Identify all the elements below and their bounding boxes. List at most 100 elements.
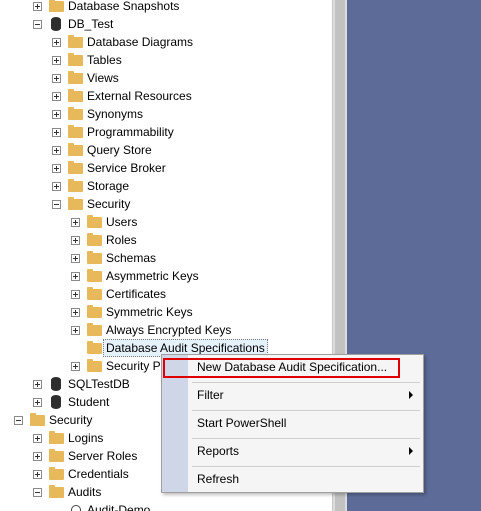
folder-icon <box>87 269 102 282</box>
tree-item-asymmetric-keys[interactable]: Asymmetric Keys <box>0 267 330 285</box>
menu-item-start-powershell[interactable]: Start PowerShell <box>197 414 286 432</box>
expand-icon[interactable] <box>71 308 80 317</box>
expand-icon[interactable] <box>52 38 61 47</box>
tree-item-roles[interactable]: Roles <box>0 231 330 249</box>
expand-icon[interactable] <box>33 398 42 407</box>
folder-icon <box>87 233 102 246</box>
tree-item-views[interactable]: Views <box>0 69 330 87</box>
menu-item-reports[interactable]: Reports <box>197 442 239 460</box>
tree-item-label: Views <box>87 71 119 85</box>
tree-item-schemas[interactable]: Schemas <box>0 249 330 267</box>
tree-item-users[interactable]: Users <box>0 213 330 231</box>
tree-item-label: Audit-Demo <box>87 503 151 511</box>
expand-icon[interactable] <box>52 56 61 65</box>
submenu-arrow-icon <box>409 447 413 455</box>
tree-item-always-encrypted-keys[interactable]: Always Encrypted Keys <box>0 321 330 339</box>
menu-item-refresh[interactable]: Refresh <box>197 470 239 488</box>
folder-icon <box>49 467 64 480</box>
folder-icon <box>49 485 64 498</box>
menu-separator <box>192 466 420 467</box>
tree-item-certificates[interactable]: Certificates <box>0 285 330 303</box>
folder-icon <box>30 413 45 426</box>
tree-item-label: Credentials <box>68 467 129 481</box>
tree-item-programmability[interactable]: Programmability <box>0 123 330 141</box>
expand-icon[interactable] <box>52 164 61 173</box>
tree-item-security[interactable]: Security <box>0 195 330 213</box>
folder-icon <box>68 53 83 66</box>
tree-item-label: Security <box>87 197 131 211</box>
tree-item-server-roles[interactable]: Server Roles <box>0 447 160 465</box>
expand-icon[interactable] <box>71 326 80 335</box>
expand-icon[interactable] <box>52 182 61 191</box>
folder-icon <box>68 71 83 84</box>
folder-icon <box>49 431 64 444</box>
expand-icon[interactable] <box>52 146 61 155</box>
expand-icon[interactable] <box>52 74 61 83</box>
folder-icon <box>87 341 102 354</box>
expand-icon[interactable] <box>71 290 80 299</box>
tree-item-label: SQLTestDB <box>68 377 130 391</box>
tree-item-label: Database Snapshots <box>68 0 180 13</box>
expand-icon[interactable] <box>71 362 80 371</box>
database-icon <box>51 17 61 31</box>
folder-icon <box>87 359 102 372</box>
tree-item-audits[interactable]: Audits <box>0 483 160 501</box>
tree-item-security-policies[interactable]: Security Po <box>0 357 160 375</box>
tree-item-service-broker[interactable]: Service Broker <box>0 159 330 177</box>
tree-item-label: Certificates <box>106 287 167 301</box>
folder-icon <box>87 251 102 264</box>
tree-item-query-store[interactable]: Query Store <box>0 141 330 159</box>
database-icon <box>51 377 61 391</box>
tree-item-label: Synonyms <box>87 107 144 121</box>
folder-icon <box>49 0 64 12</box>
tree-item-student[interactable]: Student <box>0 393 160 411</box>
tree-item-server-security[interactable]: Security <box>0 411 160 429</box>
tree-item-label: Security <box>49 413 93 427</box>
expand-icon[interactable] <box>33 434 42 443</box>
folder-icon <box>87 305 102 318</box>
folder-icon <box>68 197 83 210</box>
tree-item-external-resources[interactable]: External Resources <box>0 87 330 105</box>
tree-item-credentials[interactable]: Credentials <box>0 465 160 483</box>
folder-icon <box>49 449 64 462</box>
tree-item-label: Asymmetric Keys <box>106 269 199 283</box>
tree-item-database-diagrams[interactable]: Database Diagrams <box>0 33 330 51</box>
audit-icon <box>71 505 81 511</box>
tree-item-label: Student <box>68 395 110 409</box>
expand-icon[interactable] <box>33 452 42 461</box>
tree-item-database-snapshots[interactable]: Database Snapshots <box>0 0 330 15</box>
expand-icon[interactable] <box>52 110 61 119</box>
expand-icon[interactable] <box>71 254 80 263</box>
folder-icon <box>68 35 83 48</box>
collapse-icon[interactable] <box>33 488 42 497</box>
folder-icon <box>68 143 83 156</box>
expand-icon[interactable] <box>33 2 42 11</box>
highlight-box <box>163 358 400 378</box>
tree-item-sqltestdb[interactable]: SQLTestDB <box>0 375 160 393</box>
expand-icon[interactable] <box>71 272 80 281</box>
tree-item-db-test[interactable]: DB_Test <box>0 15 330 33</box>
tree-item-label: Symmetric Keys <box>106 305 193 319</box>
expand-icon[interactable] <box>52 128 61 137</box>
tree-item-tables[interactable]: Tables <box>0 51 330 69</box>
folder-icon <box>68 107 83 120</box>
expand-icon[interactable] <box>52 92 61 101</box>
tree-item-storage[interactable]: Storage <box>0 177 330 195</box>
folder-icon <box>87 287 102 300</box>
tree-item-audit-demo[interactable]: Audit-Demo <box>0 501 160 511</box>
tree-item-symmetric-keys[interactable]: Symmetric Keys <box>0 303 330 321</box>
database-icon <box>51 395 61 409</box>
expand-icon[interactable] <box>71 218 80 227</box>
tree-item-logins[interactable]: Logins <box>0 429 160 447</box>
tree-item-label: Tables <box>87 53 122 67</box>
expand-icon[interactable] <box>33 470 42 479</box>
collapse-icon[interactable] <box>52 200 61 209</box>
collapse-icon[interactable] <box>33 20 42 29</box>
tree-item-synonyms[interactable]: Synonyms <box>0 105 330 123</box>
expand-icon[interactable] <box>33 380 42 389</box>
menu-item-filter[interactable]: Filter <box>197 386 224 404</box>
expand-icon[interactable] <box>71 236 80 245</box>
collapse-icon[interactable] <box>14 416 23 425</box>
tree-item-label: Database Diagrams <box>87 35 194 49</box>
submenu-arrow-icon <box>409 391 413 399</box>
